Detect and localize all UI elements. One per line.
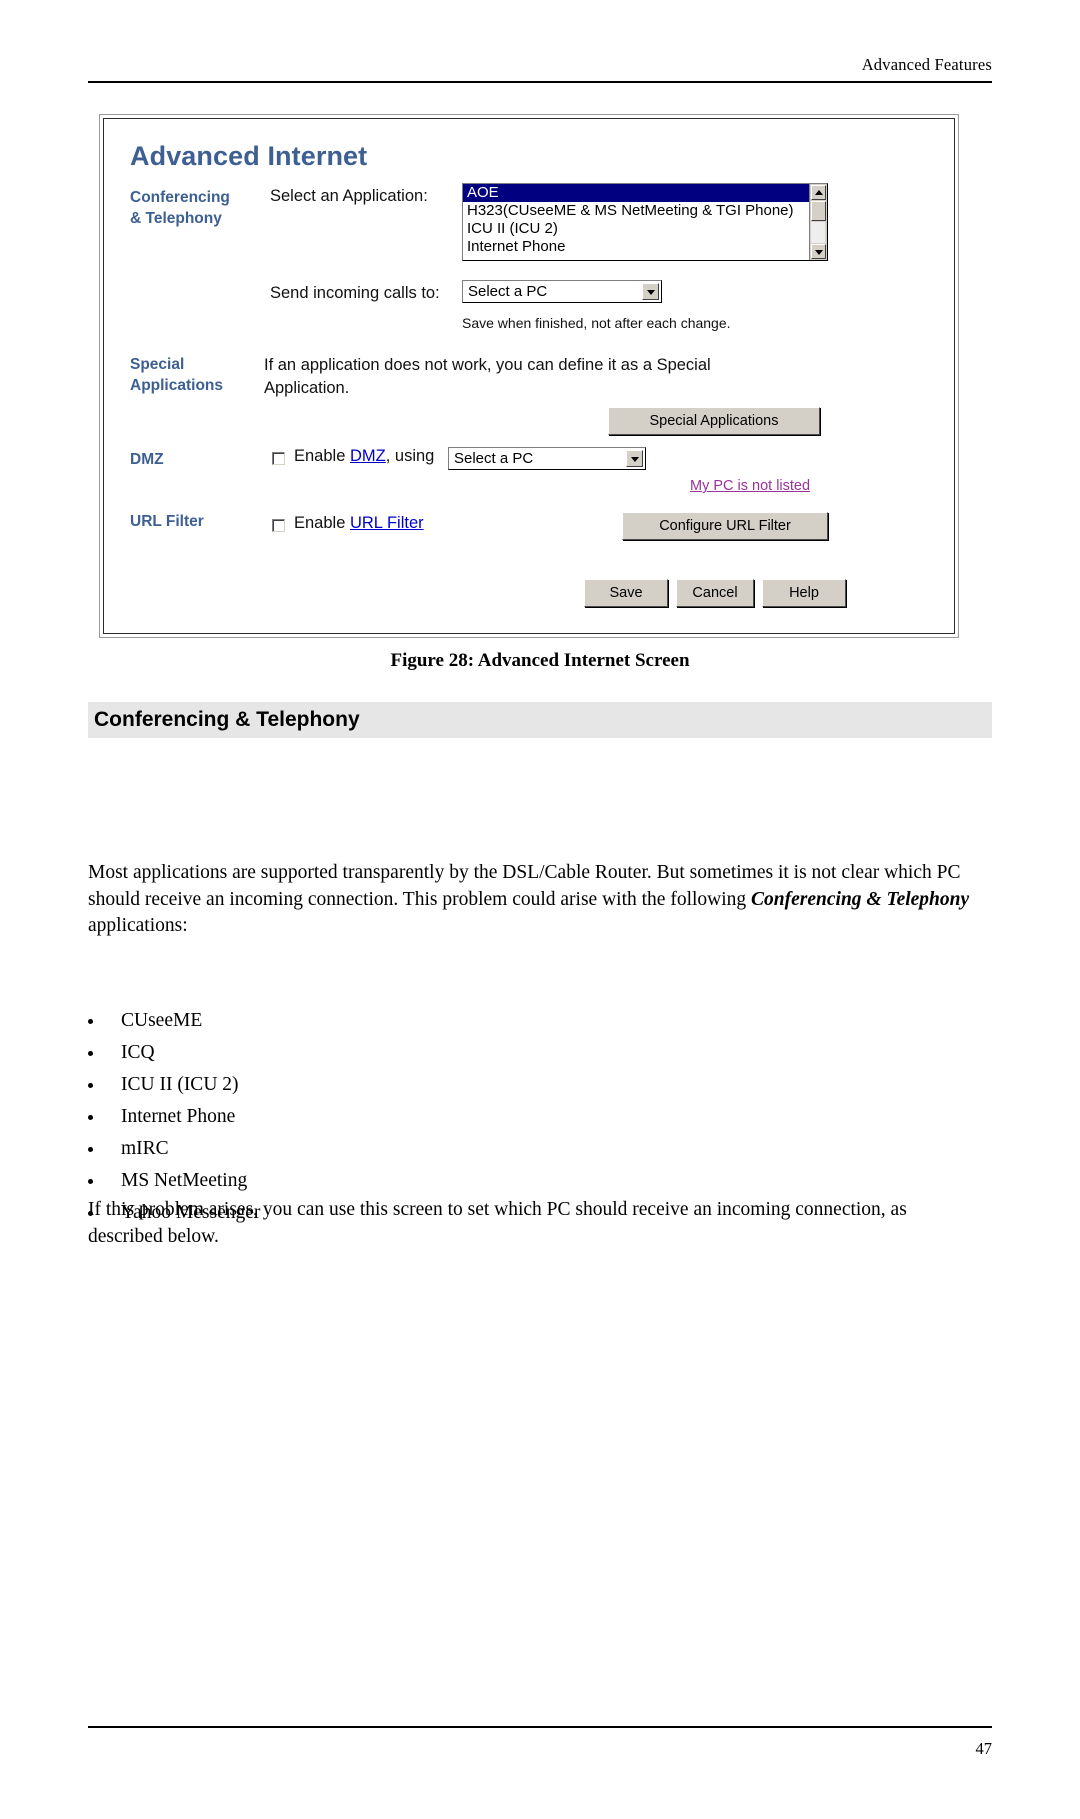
list-item-label: CUseeME (121, 1010, 203, 1031)
scroll-down-arrow-icon[interactable] (811, 244, 826, 259)
scroll-up-arrow-icon[interactable] (811, 185, 826, 200)
list-item-label: ICU II (ICU 2) (121, 1074, 239, 1095)
enable-dmz-prefix: Enable (294, 447, 350, 465)
list-item-label: ICQ (121, 1042, 155, 1063)
dmz-pc-select[interactable]: Select a PC (448, 447, 646, 470)
enable-url-filter-label: Enable URL Filter (294, 514, 424, 533)
chevron-down-icon[interactable] (642, 283, 659, 300)
section-heading-bar: Conferencing & Telephony (88, 702, 992, 738)
list-item: ICU II (ICU 2) (88, 1074, 972, 1106)
list-item: CUseeME (88, 1010, 972, 1042)
list-item-label: Internet Phone (121, 1106, 236, 1127)
send-calls-pc-value: Select a PC (468, 283, 548, 300)
section-label-special-applications: Special Applications (130, 354, 223, 396)
section-label-conferencing-line2: & Telephony (130, 210, 222, 227)
url-filter-help-link[interactable]: URL Filter (350, 514, 424, 532)
header-rule (88, 81, 992, 83)
document-page: Advanced Features Advanced Internet Conf… (0, 0, 1080, 1819)
list-item[interactable]: ICU II (ICU 2) (463, 220, 809, 238)
list-item[interactable]: H323(CUseeME & MS NetMeeting & TGI Phone… (463, 202, 809, 220)
send-calls-pc-select[interactable]: Select a PC (462, 280, 662, 303)
intro-paragraph-part2: applications: (88, 915, 188, 936)
list-item: Internet Phone (88, 1106, 972, 1138)
list-item-label: mIRC (121, 1138, 169, 1159)
bullet-dot-icon (88, 1019, 93, 1024)
list-item[interactable]: Internet Phone (463, 238, 809, 256)
scrollbar-thumb[interactable] (811, 201, 826, 221)
section-label-dmz: DMZ (130, 451, 164, 468)
page-title: Advanced Internet (130, 141, 368, 171)
application-listbox[interactable]: AOE H323(CUseeME & MS NetMeeting & TGI P… (462, 183, 828, 261)
bullet-dot-icon (88, 1147, 93, 1152)
application-listbox-items: AOE H323(CUseeME & MS NetMeeting & TGI P… (463, 184, 809, 260)
section-label-special-line2: Applications (130, 377, 224, 394)
intro-paragraph: Most applications are supported transpar… (88, 860, 972, 940)
enable-url-filter-checkbox[interactable] (272, 519, 285, 532)
figure-caption: Figure 28: Advanced Internet Screen (390, 650, 690, 671)
configure-url-filter-button[interactable]: Configure URL Filter (622, 512, 828, 540)
running-header: Advanced Features (861, 55, 992, 74)
cancel-button[interactable]: Cancel (676, 579, 754, 607)
section-label-url-filter: URL Filter (130, 513, 204, 530)
special-applications-description-line2: Application. (264, 379, 350, 397)
chevron-down-icon[interactable] (626, 450, 643, 467)
enable-url-filter-prefix: Enable (294, 514, 350, 532)
select-application-label: Select an Application: (270, 187, 428, 205)
help-button[interactable]: Help (762, 579, 846, 607)
section-label-conferencing: Conferencing & Telephony (130, 187, 230, 229)
save-button[interactable]: Save (584, 579, 668, 607)
enable-dmz-suffix: , using (385, 447, 435, 465)
bullet-dot-icon (88, 1083, 93, 1088)
save-note: Save when finished, not after each chang… (462, 315, 731, 331)
bullet-dot-icon (88, 1115, 93, 1120)
section-label-conferencing-line1: Conferencing (130, 189, 230, 206)
list-item: mIRC (88, 1138, 972, 1170)
list-item-label: MS NetMeeting (121, 1170, 248, 1191)
send-incoming-calls-label: Send incoming calls to: (270, 284, 440, 302)
enable-dmz-label: Enable DMZ, using (294, 447, 434, 466)
bullet-dot-icon (88, 1051, 93, 1056)
footer-rule (88, 1726, 992, 1728)
router-admin-screen: Advanced Internet Conferencing & Telepho… (103, 118, 955, 634)
figure-advanced-internet-screen: Advanced Internet Conferencing & Telepho… (99, 114, 959, 638)
special-applications-description: If an application does not work, you can… (264, 354, 784, 400)
scrollbar-track[interactable] (811, 222, 825, 243)
application-listbox-scrollbar[interactable] (809, 184, 827, 260)
list-item: ICQ (88, 1042, 972, 1074)
my-pc-not-listed-link[interactable]: My PC is not listed (690, 478, 810, 494)
list-item[interactable]: AOE (463, 184, 809, 202)
page-number: 47 (975, 1739, 993, 1758)
special-applications-description-line1: If an application does not work, you can… (264, 356, 711, 374)
bullet-dot-icon (88, 1179, 93, 1184)
closing-paragraph: If this problem arises, you can use this… (88, 1199, 907, 1247)
section-label-special-line1: Special (130, 356, 185, 373)
enable-dmz-checkbox[interactable] (272, 452, 285, 465)
dmz-pc-value: Select a PC (454, 450, 534, 467)
special-applications-button[interactable]: Special Applications (608, 407, 820, 435)
dmz-help-link[interactable]: DMZ (350, 447, 386, 465)
section-heading-title: Conferencing & Telephony (94, 708, 360, 731)
intro-paragraph-emphasis: Conferencing & Telephony (751, 888, 970, 910)
